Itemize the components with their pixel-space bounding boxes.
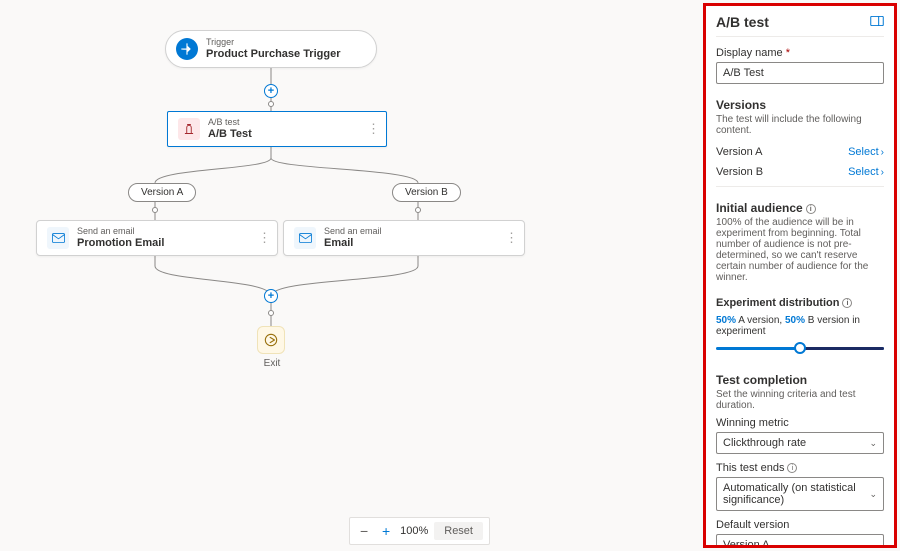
versions-sub: The test will include the following cont… <box>716 114 884 136</box>
version-b-label: Version B <box>716 166 763 178</box>
zoom-toolbar: − + 100% Reset <box>349 517 490 545</box>
initial-audience-heading: Initial audiencei <box>716 201 884 215</box>
chevron-down-icon: ⌄ <box>869 438 877 449</box>
trigger-node[interactable]: Trigger Product Purchase Trigger <box>165 30 377 68</box>
email-kicker: Send an email <box>324 226 382 237</box>
connector-port <box>268 101 274 107</box>
connector-lines <box>0 0 696 551</box>
email-icon <box>294 227 316 249</box>
slider-thumb[interactable] <box>794 342 806 354</box>
zoom-in-button[interactable]: + <box>378 524 394 538</box>
email-title: Promotion Email <box>77 237 164 251</box>
trigger-icon <box>176 38 198 60</box>
email-icon <box>47 227 69 249</box>
test-ends-select[interactable]: Automatically (on statistical significan… <box>716 477 884 511</box>
branch-version-a[interactable]: Version A <box>128 183 196 202</box>
node-more-icon[interactable]: ⋮ <box>505 230 518 246</box>
side-panel: A/B test Display name * Versions The tes… <box>703 3 897 548</box>
add-step-button-bottom[interactable]: + <box>264 289 278 303</box>
trigger-title: Product Purchase Trigger <box>206 48 340 62</box>
exit-label: Exit <box>255 358 289 369</box>
ab-node-more-icon[interactable]: ⋮ <box>367 121 380 137</box>
chevron-down-icon: ⌄ <box>869 540 877 549</box>
branch-version-b[interactable]: Version B <box>392 183 461 202</box>
distribution-heading: Experiment distributioni <box>716 297 884 309</box>
version-b-row: Version B Select› <box>716 162 884 187</box>
distribution-summary: 50% A version, 50% B version in experime… <box>716 315 884 337</box>
chevron-right-icon: › <box>881 147 884 158</box>
node-more-icon[interactable]: ⋮ <box>258 230 271 246</box>
email-node-b[interactable]: Send an email Email ⋮ <box>283 220 525 256</box>
default-version-select[interactable]: Version A⌄ <box>716 534 884 548</box>
winning-metric-select[interactable]: Clickthrough rate⌄ <box>716 432 884 454</box>
initial-audience-body: 100% of the audience will be in experime… <box>716 217 884 283</box>
ab-kicker: A/B test <box>208 117 252 128</box>
ab-title: A/B Test <box>208 128 252 142</box>
info-icon[interactable]: i <box>787 463 797 473</box>
test-ends-label: This test endsi <box>716 462 884 474</box>
distribution-slider[interactable] <box>716 341 884 355</box>
exit-icon <box>264 333 278 347</box>
zoom-out-button[interactable]: − <box>356 524 372 538</box>
exit-node[interactable] <box>257 326 285 354</box>
connector-port <box>415 207 421 213</box>
info-icon[interactable]: i <box>842 298 852 308</box>
version-b-select-link[interactable]: Select› <box>848 166 884 178</box>
default-version-label: Default version <box>716 519 884 531</box>
email-kicker: Send an email <box>77 226 164 237</box>
completion-sub: Set the winning criteria and test durati… <box>716 389 884 411</box>
chevron-down-icon: ⌄ <box>869 489 877 500</box>
connector-port <box>152 207 158 213</box>
display-name-input[interactable] <box>716 62 884 84</box>
email-node-a[interactable]: Send an email Promotion Email ⋮ <box>36 220 278 256</box>
versions-heading: Versions <box>716 98 884 112</box>
version-a-select-link[interactable]: Select› <box>848 146 884 158</box>
version-a-row: Version A Select› <box>716 142 884 162</box>
zoom-reset-button[interactable]: Reset <box>434 522 483 540</box>
version-a-label: Version A <box>716 146 762 158</box>
journey-canvas[interactable]: Trigger Product Purchase Trigger + A/B t… <box>0 0 696 551</box>
trigger-kicker: Trigger <box>206 37 340 48</box>
ab-test-icon <box>178 118 200 140</box>
add-step-button-top[interactable]: + <box>264 84 278 98</box>
panel-header-icon[interactable] <box>870 15 884 29</box>
chevron-right-icon: › <box>881 167 884 178</box>
completion-heading: Test completion <box>716 373 884 387</box>
info-icon[interactable]: i <box>806 204 816 214</box>
display-name-label: Display name * <box>716 47 884 59</box>
zoom-level: 100% <box>400 525 428 537</box>
connector-port <box>268 310 274 316</box>
winning-metric-label: Winning metric <box>716 417 884 429</box>
ab-test-node[interactable]: A/B test A/B Test ⋮ <box>167 111 387 147</box>
panel-title: A/B test <box>716 14 769 30</box>
email-title: Email <box>324 237 382 251</box>
